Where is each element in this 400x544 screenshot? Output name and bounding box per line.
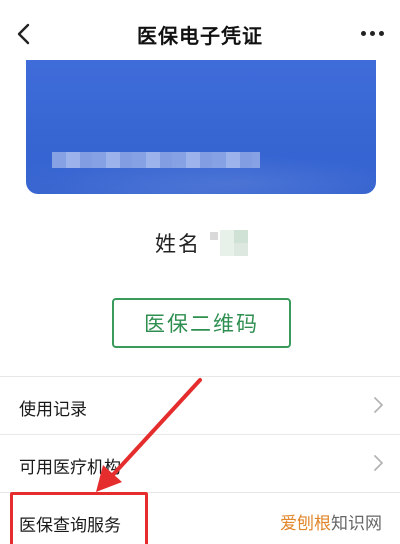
watermark-part1: 爱刨根 bbox=[280, 514, 331, 534]
more-button[interactable] bbox=[358, 24, 386, 42]
menu-item-available-institutions[interactable]: 可用医疗机构 bbox=[0, 434, 400, 492]
chevron-right-icon bbox=[374, 455, 383, 471]
watermark-part2: 知识网 bbox=[331, 514, 382, 534]
qr-button-label: 医保二维码 bbox=[144, 312, 259, 336]
watermark: 爱刨根知识网 bbox=[280, 509, 382, 534]
name-row: 姓名 bbox=[0, 228, 400, 258]
name-label: 姓名 bbox=[155, 232, 201, 256]
annotation-highlight-box bbox=[10, 492, 148, 544]
more-dot bbox=[378, 30, 384, 36]
card-background-pattern bbox=[26, 60, 376, 194]
menu-item-label: 可用医疗机构 bbox=[19, 458, 121, 478]
more-dot bbox=[360, 30, 366, 36]
redacted-card-number bbox=[52, 152, 260, 168]
redacted-name bbox=[210, 230, 250, 256]
chevron-right-icon bbox=[374, 397, 383, 413]
page-title: 医保电子凭证 bbox=[137, 24, 263, 48]
screen: 医保电子凭证 姓名 医保二维码 使用记录 可用医疗机构 医保查询服务 爱刨根知识… bbox=[0, 0, 400, 544]
medical-qr-code-button[interactable]: 医保二维码 bbox=[112, 298, 291, 348]
menu-item-usage-records[interactable]: 使用记录 bbox=[0, 376, 400, 434]
top-nav-bar: 医保电子凭证 bbox=[0, 0, 400, 68]
menu-item-label: 使用记录 bbox=[19, 400, 87, 420]
more-dot bbox=[369, 30, 375, 36]
insurance-card[interactable] bbox=[26, 60, 376, 194]
